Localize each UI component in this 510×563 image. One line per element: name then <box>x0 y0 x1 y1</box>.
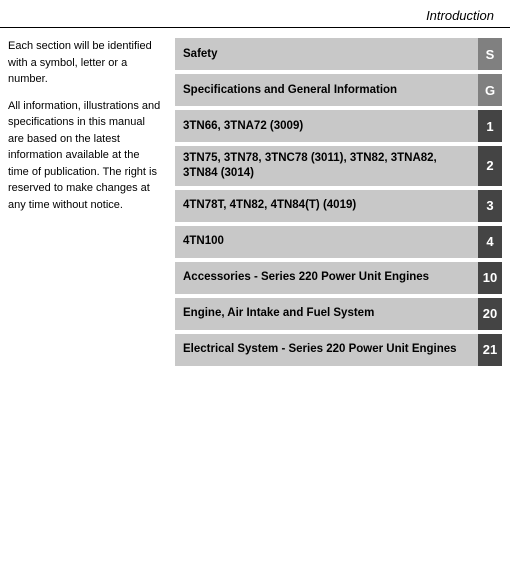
menu-item[interactable]: 4TN1004 <box>175 226 502 258</box>
menu-item[interactable]: 3TN75, 3TN78, 3TNC78 (3011), 3TN82, 3TNA… <box>175 146 502 186</box>
right-menu: SafetySSpecifications and General Inform… <box>175 38 502 366</box>
menu-item[interactable]: Accessories - Series 220 Power Unit Engi… <box>175 262 502 294</box>
menu-item-label: Electrical System - Series 220 Power Uni… <box>175 334 478 366</box>
menu-item-label: 3TN66, 3TNA72 (3009) <box>175 110 478 142</box>
menu-item-badge: 3 <box>478 190 502 222</box>
menu-item[interactable]: 4TN78T, 4TN82, 4TN84(T) (4019)3 <box>175 190 502 222</box>
menu-item-badge: 4 <box>478 226 502 258</box>
menu-item[interactable]: 3TN66, 3TNA72 (3009)1 <box>175 110 502 142</box>
menu-item[interactable]: Specifications and General InformationG <box>175 74 502 106</box>
main-content: Each section will be identified with a s… <box>0 28 510 376</box>
menu-item-badge: 10 <box>478 262 502 294</box>
header-title: Introduction <box>426 8 494 23</box>
menu-item-badge: S <box>478 38 502 70</box>
menu-item-badge: 2 <box>478 146 502 186</box>
menu-item-badge: 21 <box>478 334 502 366</box>
left-text: Each section will be identified with a s… <box>8 38 163 366</box>
menu-item-label: 3TN75, 3TN78, 3TNC78 (3011), 3TN82, 3TNA… <box>175 146 478 186</box>
page-header: Introduction <box>0 0 510 28</box>
left-paragraph-1: Each section will be identified with a s… <box>8 38 163 88</box>
menu-item[interactable]: SafetyS <box>175 38 502 70</box>
menu-item-badge: 20 <box>478 298 502 330</box>
menu-item-label: Specifications and General Information <box>175 74 478 106</box>
menu-item-label: Accessories - Series 220 Power Unit Engi… <box>175 262 478 294</box>
left-paragraph-2: All information, illustrations and speci… <box>8 98 163 214</box>
menu-item[interactable]: Electrical System - Series 220 Power Uni… <box>175 334 502 366</box>
menu-item-label: 4TN100 <box>175 226 478 258</box>
menu-item-badge: G <box>478 74 502 106</box>
menu-item-label: 4TN78T, 4TN82, 4TN84(T) (4019) <box>175 190 478 222</box>
menu-item-badge: 1 <box>478 110 502 142</box>
menu-item-label: Engine, Air Intake and Fuel System <box>175 298 478 330</box>
menu-item[interactable]: Engine, Air Intake and Fuel System20 <box>175 298 502 330</box>
menu-item-label: Safety <box>175 38 478 70</box>
